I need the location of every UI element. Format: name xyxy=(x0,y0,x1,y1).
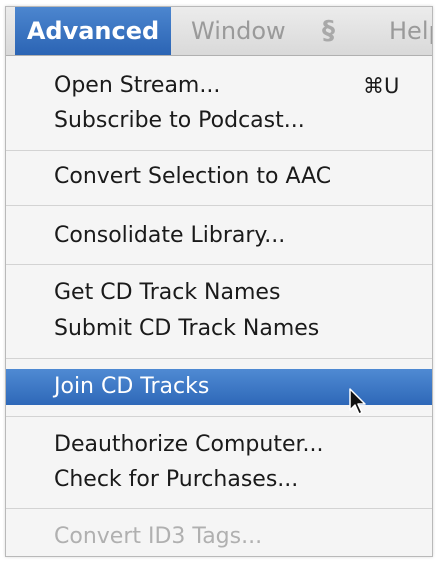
menu-item-label: Join CD Tracks xyxy=(54,374,210,399)
menu-item-label: Consolidate Library... xyxy=(54,223,286,248)
menu-item-convert-id3-tags: Convert ID3 Tags... xyxy=(6,519,432,555)
menu-item-label: Submit CD Track Names xyxy=(54,316,320,341)
menu-item-deauthorize-computer[interactable]: Deauthorize Computer... xyxy=(6,427,432,463)
advanced-dropdown-menu: Open Stream... ⌘U Subscribe to Podcast..… xyxy=(6,56,432,556)
menu-separator xyxy=(6,205,432,206)
menu-separator xyxy=(6,150,432,151)
menu-item-submit-cd-track-names[interactable]: Submit CD Track Names xyxy=(6,311,432,347)
menu-item-label: Deauthorize Computer... xyxy=(54,432,324,457)
keyboard-shortcut: ⌘U xyxy=(363,74,400,98)
menu-title-window[interactable]: Window xyxy=(191,7,286,55)
script-icon[interactable]: § xyxy=(322,7,335,55)
menu-item-label: Convert ID3 Tags... xyxy=(54,524,263,549)
menu-item-join-cd-tracks[interactable]: Join CD Tracks xyxy=(6,369,432,405)
menu-item-consolidate-library[interactable]: Consolidate Library... xyxy=(6,218,432,254)
menu-item-label: Open Stream... xyxy=(54,73,221,98)
arrow-cursor-icon xyxy=(349,388,366,415)
menu-separator xyxy=(6,508,432,509)
menu-item-open-stream[interactable]: Open Stream... ⌘U xyxy=(6,68,432,104)
menu-separator xyxy=(6,264,432,265)
menu-item-convert-selection-to-aac[interactable]: Convert Selection to AAC xyxy=(6,159,432,195)
menu-item-label: Get CD Track Names xyxy=(54,280,281,305)
menu-separator xyxy=(6,416,432,417)
menu-title-help[interactable]: Help xyxy=(389,7,432,55)
itunes-advanced-menu-screenshot: Advanced Window § Help Open Stream... ⌘U… xyxy=(5,6,433,557)
menu-item-get-cd-track-names[interactable]: Get CD Track Names xyxy=(6,275,432,311)
menu-item-check-for-purchases[interactable]: Check for Purchases... xyxy=(6,462,432,498)
menu-item-label: Check for Purchases... xyxy=(54,467,299,492)
menu-item-subscribe-to-podcast[interactable]: Subscribe to Podcast... xyxy=(6,103,432,139)
menu-separator xyxy=(6,358,432,359)
menu-item-label: Subscribe to Podcast... xyxy=(54,108,305,133)
menu-bar: Advanced Window § Help xyxy=(6,7,432,56)
menu-title-advanced[interactable]: Advanced xyxy=(15,7,171,55)
menu-item-label: Convert Selection to AAC xyxy=(54,164,332,189)
